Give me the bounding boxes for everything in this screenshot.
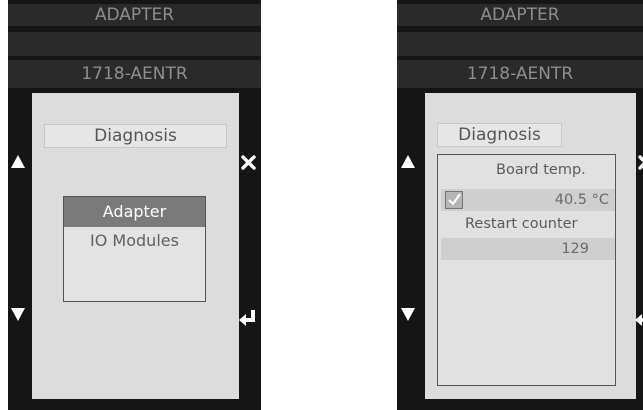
menu-item-io-modules[interactable]: IO Modules [64, 227, 205, 255]
up-triangle-icon[interactable] [11, 153, 25, 172]
menu-item-adapter[interactable]: Adapter [64, 197, 205, 227]
display-menu-screen: ADAPTER 1718-AENTR Diagnosis Adapter IO … [8, 0, 261, 410]
device-name: 1718-AENTR [397, 60, 643, 88]
restart-counter-label: Restart counter [465, 216, 578, 232]
diagnosis-detail: Board temp. 40.5 °C Restart counter 129 [437, 154, 616, 386]
status-bar [397, 32, 643, 56]
menu-panel: Diagnosis Adapter IO Modules [32, 93, 239, 399]
up-triangle-icon[interactable] [401, 153, 415, 172]
detail-panel: Diagnosis Board temp. 40.5 °C Restart co… [425, 93, 636, 399]
diagnosis-menu: Adapter IO Modules [63, 196, 206, 302]
board-temp-value: 40.5 °C [554, 192, 609, 208]
page-title: Diagnosis [44, 124, 227, 148]
checkbox-checked-icon[interactable] [445, 191, 463, 209]
restart-counter-value: 129 [441, 238, 615, 260]
close-icon[interactable] [638, 155, 643, 174]
header-bar: ADAPTER [397, 4, 643, 26]
down-triangle-icon[interactable] [401, 306, 415, 325]
board-temp-value-row: 40.5 °C [441, 189, 615, 211]
close-icon[interactable] [241, 155, 256, 174]
display-detail-screen: ADAPTER 1718-AENTR Diagnosis Board temp.… [397, 0, 643, 410]
status-bar [8, 32, 261, 56]
device-name: 1718-AENTR [8, 60, 261, 88]
header-bar: ADAPTER [8, 4, 261, 26]
enter-icon[interactable] [238, 308, 258, 332]
down-triangle-icon[interactable] [11, 306, 25, 325]
page-title: Diagnosis [437, 123, 562, 147]
board-temp-label: Board temp. [496, 162, 586, 178]
